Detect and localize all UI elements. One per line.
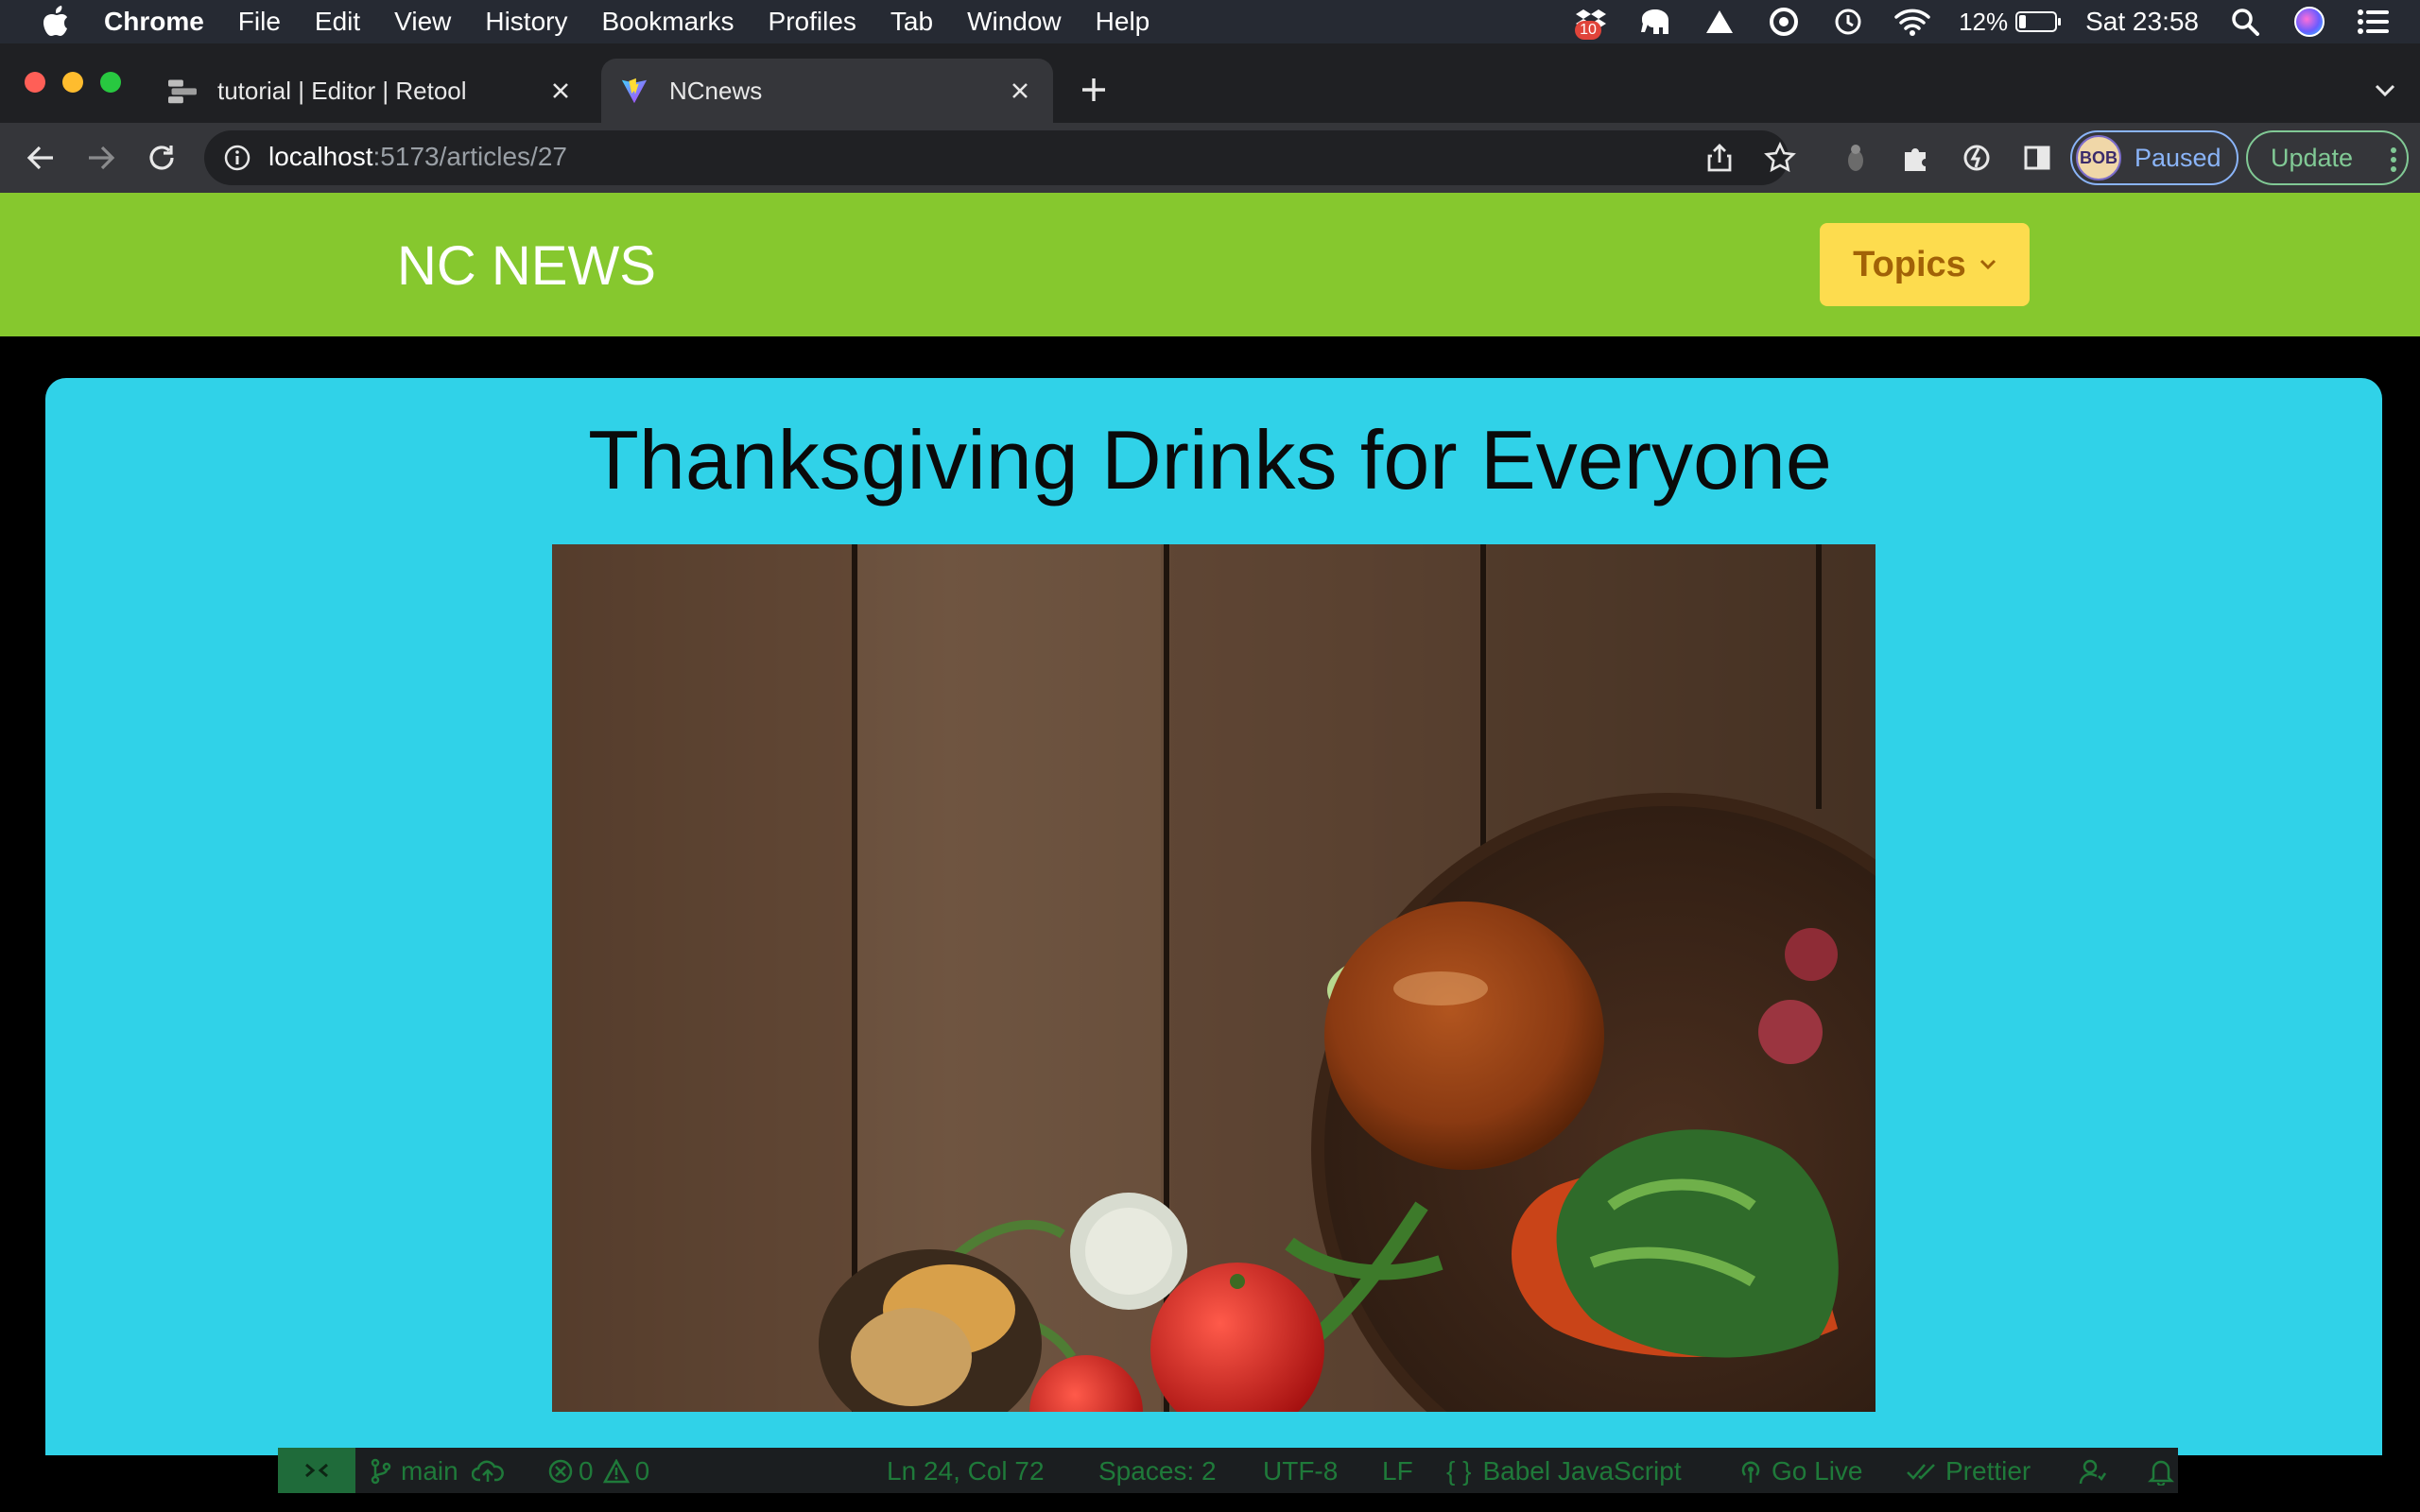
menubar-clock[interactable]: Sat 23:58 [2085,7,2199,37]
article-image [552,544,1876,1412]
forward-arrow-icon[interactable] [81,138,121,178]
menu-profiles[interactable]: Profiles [769,7,856,37]
drive-icon[interactable] [1702,4,1737,40]
prettier-button[interactable]: Prettier [1906,1453,2031,1489]
menu-view[interactable]: View [394,7,451,37]
git-branch-label: main [401,1456,458,1486]
encoding-setting[interactable]: UTF-8 [1263,1453,1338,1489]
battery-icon [2015,11,2062,32]
eol-setting[interactable]: LF [1382,1453,1413,1489]
retool-icon [168,77,197,105]
menu-history[interactable]: History [485,7,567,37]
bookmark-star-icon[interactable] [1764,141,1796,174]
go-live-label: Go Live [1772,1456,1863,1486]
git-branch-item[interactable]: main [371,1453,504,1489]
article-title: Thanksgiving Drinks for Everyone [588,413,1832,507]
elephant-icon[interactable] [1637,4,1673,40]
side-panel-icon[interactable] [2017,138,2057,178]
language-mode[interactable]: { } Babel JavaScript [1446,1453,1682,1489]
problems-item[interactable]: 0 0 [548,1453,649,1489]
back-arrow-icon[interactable] [21,138,60,178]
url-host: localhost [268,142,373,171]
profile-status-label: Paused [2135,143,2221,172]
menu-help[interactable]: Help [1096,7,1150,37]
menu-window[interactable]: Window [967,7,1062,37]
topics-dropdown-button[interactable]: Topics [1820,223,2030,306]
more-vert-icon[interactable] [2390,147,2397,172]
reload-icon[interactable] [142,138,182,178]
menu-file[interactable]: File [238,7,281,37]
dropbox-icon[interactable]: 10 [1573,4,1609,40]
accounts-icon[interactable] [2078,1453,2106,1489]
zoom-window-button[interactable] [100,72,121,93]
cursor-position[interactable]: Ln 24, Col 72 [887,1453,1045,1489]
notifications-bell-icon[interactable] [2148,1453,2174,1489]
battery-percent: 12% [1959,7,2009,36]
extensions-puzzle-icon[interactable] [1896,138,1936,178]
tab-search-chevron-icon[interactable] [2365,70,2405,110]
minimize-window-button[interactable] [62,72,83,93]
prettier-label: Prettier [1945,1456,2031,1486]
tab-title: tutorial | Editor | Retool [217,76,467,105]
update-label: Update [2271,143,2354,172]
braces-icon: { } [1446,1456,1472,1486]
tab-title: NCnews [669,76,763,105]
performance-icon[interactable] [1957,138,1996,178]
url-path: :5173/articles/27 [372,142,567,171]
close-tab-icon[interactable] [544,75,577,107]
extension-bear-icon[interactable] [1836,138,1876,178]
remote-indicator-icon[interactable] [278,1448,355,1493]
menu-app-name[interactable]: Chrome [104,7,204,37]
tab-retool[interactable]: tutorial | Editor | Retool [149,59,594,123]
chevron-down-icon [1979,259,1996,270]
time-machine-icon[interactable] [1830,4,1866,40]
wifi-icon[interactable] [1894,4,1930,40]
sync-circle-icon[interactable] [1766,4,1802,40]
menu-bookmarks[interactable]: Bookmarks [601,7,734,37]
control-center-icon[interactable] [2356,4,2392,40]
warning-count: 0 [634,1456,650,1486]
git-branch-icon [371,1458,391,1485]
profile-button[interactable]: BOB Paused [2070,130,2238,185]
indentation-setting[interactable]: Spaces: 2 [1098,1453,1217,1489]
battery-status[interactable]: 12% [1959,7,2062,37]
share-icon[interactable] [1703,142,1736,174]
vite-icon [620,77,648,105]
address-url: localhost:5173/articles/27 [268,142,567,172]
topics-label: Topics [1853,244,1966,284]
double-check-icon [1907,1464,1935,1480]
update-button[interactable]: Update [2246,130,2409,185]
siri-icon[interactable] [2291,4,2327,40]
site-logo[interactable]: NC NEWS [397,234,656,298]
menu-edit[interactable]: Edit [315,7,360,37]
apple-icon[interactable] [36,2,76,42]
error-icon [548,1459,573,1484]
error-count: 0 [579,1456,594,1486]
language-label: Babel JavaScript [1482,1456,1682,1486]
avatar-text: BOB [2080,147,2118,167]
menu-tab[interactable]: Tab [890,7,933,37]
broadcast-icon [1741,1461,1760,1483]
avatar: BOB [2076,135,2121,180]
macos-menubar: Chrome File Edit View History Bookmarks … [0,0,2420,43]
close-tab-icon[interactable] [1004,75,1036,107]
close-window-button[interactable] [25,72,45,93]
cloud-upload-icon[interactable] [471,1459,504,1484]
spotlight-search-icon[interactable] [2227,4,2263,40]
tab-ncnews[interactable]: NCnews [601,59,1053,123]
warning-icon [602,1459,630,1484]
new-tab-icon[interactable] [1074,70,1114,110]
address-bar[interactable]: localhost:5173/articles/27 [204,130,1796,185]
site-info-icon[interactable] [223,144,251,172]
site-header [0,193,2420,336]
notification-badge: 10 [1575,21,1601,40]
go-live-button[interactable]: Go Live [1737,1453,1863,1489]
